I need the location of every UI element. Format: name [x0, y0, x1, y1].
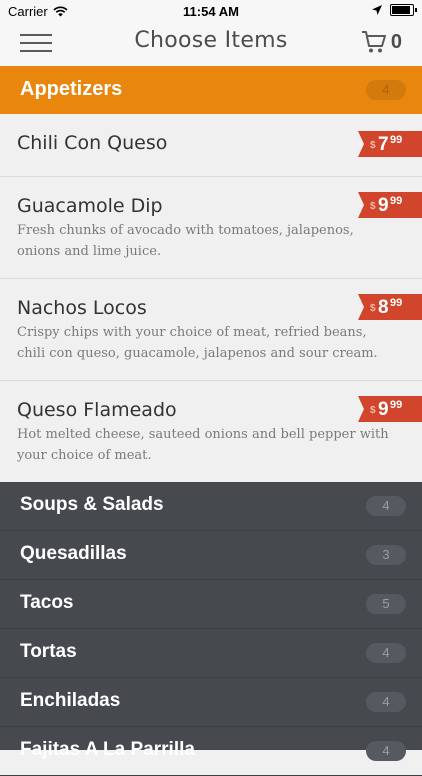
category-count-badge: 4 [366, 741, 406, 761]
category-name: Fajitas A La Parrilla [20, 739, 195, 760]
status-bar: Carrier 11:54 AM [0, 0, 422, 22]
category-header-appetizers[interactable]: Appetizers 4 [0, 66, 422, 114]
price-whole: 9 [378, 195, 389, 216]
item-description: Crispy chips with your choice of meat, r… [17, 325, 378, 361]
category-name: Tacos [20, 592, 74, 613]
price-dollar: $ [370, 405, 376, 416]
cart-button[interactable]: 0 [361, 30, 402, 54]
price-whole: 8 [378, 297, 389, 318]
category-count-badge: 4 [366, 496, 406, 516]
category-name: Tortas [20, 641, 77, 662]
price-whole: 9 [378, 399, 389, 420]
price-dollar: $ [370, 303, 376, 314]
menu-item-nachos-locos[interactable]: Nachos Locos Crispy chips with your choi… [0, 279, 422, 381]
price-dollar: $ [370, 140, 376, 151]
category-row-fajitas[interactable]: Fajitas A La Parrilla 4 [0, 727, 422, 776]
category-row-tacos[interactable]: Tacos 5 [0, 580, 422, 629]
page-title: Choose Items [134, 28, 288, 53]
category-count-badge: 4 [366, 692, 406, 712]
cart-icon [361, 31, 386, 53]
price-cents: 99 [390, 195, 403, 207]
category-count-badge: 5 [366, 594, 406, 614]
battery-icon [390, 4, 417, 16]
category-name: Soups & Salads [20, 494, 164, 515]
price-cents: 99 [390, 297, 403, 309]
location-arrow-icon [372, 5, 382, 15]
price-tag: $ 8 99 [358, 294, 422, 320]
category-row-tortas[interactable]: Tortas 4 [0, 629, 422, 678]
cart-count: 0 [390, 30, 402, 53]
category-name: Appetizers [20, 78, 123, 100]
category-list: Soups & Salads 4 Quesadillas 3 Tacos 5 T… [0, 482, 422, 776]
item-title: Queso Flameado [17, 399, 177, 421]
category-name: Quesadillas [20, 543, 127, 564]
price-cents: 99 [390, 134, 403, 146]
item-title: Chili Con Queso [17, 132, 168, 154]
price-dollar: $ [370, 201, 376, 212]
price-tag: $ 7 99 [358, 131, 422, 157]
category-name: Enchiladas [20, 690, 121, 711]
category-count-badge: 4 [366, 80, 406, 100]
category-row-enchiladas[interactable]: Enchiladas 4 [0, 678, 422, 727]
item-title: Nachos Locos [17, 297, 147, 319]
price-tag: $ 9 99 [358, 396, 422, 422]
price-whole: 7 [378, 134, 389, 155]
menu-item-queso-flameado[interactable]: Queso Flameado Hot melted cheese, sautee… [0, 381, 422, 482]
item-title: Guacamole Dip [17, 195, 163, 217]
menu-item-chili-con-queso[interactable]: Chili Con Queso $ 7 99 [0, 114, 422, 177]
price-tag: $ 9 99 [358, 192, 422, 218]
status-right [372, 4, 417, 16]
category-row-quesadillas[interactable]: Quesadillas 3 [0, 531, 422, 580]
category-count-badge: 3 [366, 545, 406, 565]
menu-item-guacamole-dip[interactable]: Guacamole Dip Fresh chunks of avocado wi… [0, 177, 422, 279]
item-description: Hot melted cheese, sauteed onions and be… [17, 427, 389, 463]
category-row-soups-salads[interactable]: Soups & Salads 4 [0, 482, 422, 531]
status-time: 11:54 AM [183, 4, 239, 19]
item-description: Fresh chunks of avocado with tomatoes, j… [17, 223, 354, 259]
price-cents: 99 [390, 399, 403, 411]
category-count-badge: 4 [366, 643, 406, 663]
nav-bar: Choose Items 0 [0, 22, 422, 67]
